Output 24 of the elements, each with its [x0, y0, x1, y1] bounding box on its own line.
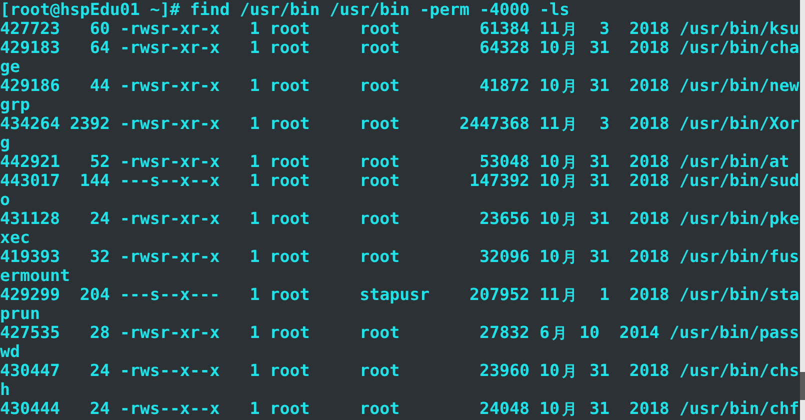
terminal-line: h	[0, 380, 10, 399]
terminal-line: grp	[0, 95, 30, 114]
terminal-line: 429186 44 -rwsr-xr-x 1 root root 41872 10月 31 2018 /usr/bin/new	[0, 76, 800, 95]
terminal-line: wd	[0, 342, 20, 361]
terminal-line: 429299 204 ---s--x--- 1 root stapusr 207952 11月 1 2018 /usr/bin/sta	[0, 285, 800, 304]
scrollbar-thumb[interactable]	[800, 372, 805, 400]
terminal-line: ermount	[0, 266, 70, 285]
terminal-line: xec	[0, 228, 30, 247]
terminal-line: 434264 2392 -rwsr-xr-x 1 root root 2447368 11月 3 2018 /usr/bin/Xor	[0, 114, 800, 133]
terminal-line: [root@hspEdu01 ~]# find /usr/bin /usr/bin -perm -4000 -ls	[0, 0, 570, 19]
terminal-line: 442921 52 -rwsr-xr-x 1 root root 53048 10月 31 2018 /usr/bin/at	[0, 152, 790, 171]
terminal-line: 427535 28 -rwsr-xr-x 1 root root 27832 6月 10 2014 /usr/bin/pass	[0, 323, 800, 342]
terminal-line: 430444 24 -rws--x--x 1 root root 24048 10月 31 2018 /usr/bin/chf	[0, 399, 800, 418]
terminal-line: ge	[0, 57, 20, 76]
terminal-line: prun	[0, 304, 40, 323]
scrollbar[interactable]	[800, 0, 805, 420]
terminal-line: 429183 64 -rwsr-xr-x 1 root root 64328 10月 31 2018 /usr/bin/cha	[0, 38, 800, 57]
terminal-line: 431128 24 -rwsr-xr-x 1 root root 23656 10月 31 2018 /usr/bin/pke	[0, 209, 800, 228]
terminal-line: 430447 24 -rws--x--x 1 root root 23960 10月 31 2018 /usr/bin/chs	[0, 361, 800, 380]
terminal-line: 443017 144 ---s--x--x 1 root root 147392 10月 31 2018 /usr/bin/sud	[0, 171, 800, 190]
terminal-line: o	[0, 190, 10, 209]
terminal-line: 427723 60 -rwsr-xr-x 1 root root 61384 11月 3 2018 /usr/bin/ksu	[0, 19, 800, 38]
terminal-line: 419393 32 -rwsr-xr-x 1 root root 32096 10月 31 2018 /usr/bin/fus	[0, 247, 800, 266]
terminal-line: g	[0, 133, 10, 152]
